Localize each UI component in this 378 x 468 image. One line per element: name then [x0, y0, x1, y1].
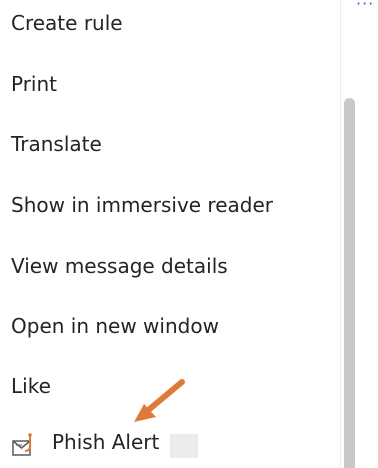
menu-item-translate[interactable]: Translate [0, 118, 330, 170]
phish-alert-icon [12, 433, 32, 456]
phish-alert-label: Phish Alert [52, 430, 160, 454]
menu-item-label: Translate [11, 132, 102, 156]
menu-item-label: View message details [11, 254, 228, 278]
context-menu-screen: Create rule Print Translate Show in imme… [0, 0, 378, 468]
menu-item-immersive-reader[interactable]: Show in immersive reader [0, 179, 330, 231]
annotation-arrow [134, 379, 185, 422]
more-icon[interactable]: ··· [356, 0, 374, 13]
scrollbar-thumb[interactable] [344, 98, 355, 468]
menu-item-label: Open in new window [11, 314, 219, 338]
menu-item-label: Like [11, 374, 51, 398]
menu-item-open-new-window[interactable]: Open in new window [0, 300, 330, 352]
menu-item-print[interactable]: Print [0, 58, 330, 110]
menu-item-view-message-details[interactable]: View message details [0, 240, 330, 292]
menu-item-label: Show in immersive reader [11, 193, 274, 217]
redacted-block [170, 434, 198, 458]
menu-item-label: Print [11, 72, 58, 96]
reading-pane-edge [358, 0, 378, 468]
menu-item-create-rule[interactable]: Create rule [0, 0, 330, 49]
menu-item-label: Create rule [11, 11, 123, 35]
